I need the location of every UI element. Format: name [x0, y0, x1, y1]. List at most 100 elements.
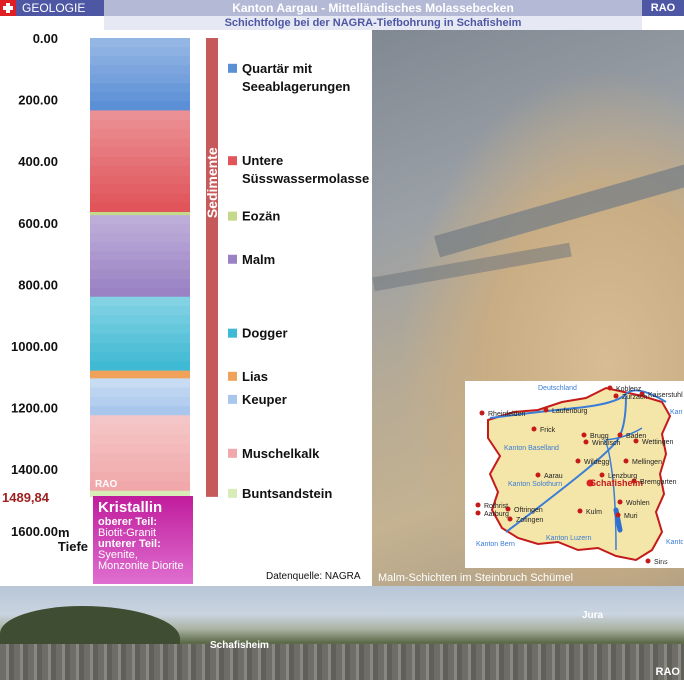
map-town-marker	[581, 432, 587, 438]
layer-label: Malm	[242, 252, 275, 267]
layer-band	[90, 462, 190, 473]
map-town-marker	[599, 472, 605, 478]
y-tick-label: 200.00	[18, 93, 58, 108]
layer-band	[90, 378, 190, 388]
map-label: Kaiserstuhl	[648, 392, 683, 399]
layer-band	[90, 443, 190, 454]
page-title: Kanton Aargau - Mittelländisches Molasse…	[232, 1, 514, 15]
layer-band	[90, 287, 190, 298]
map-town-marker	[535, 472, 541, 478]
layer-band	[90, 296, 190, 307]
map-town-marker	[543, 407, 549, 413]
layer-band	[90, 202, 190, 213]
photo-caption: Malm-Schichten im Steinbruch Schümel	[378, 572, 574, 584]
legend-marker	[228, 488, 237, 498]
layer-band	[90, 83, 190, 93]
map-label: Rheinfelden	[488, 411, 525, 418]
data-source: Datenquelle: NAGRA	[266, 571, 361, 582]
map-label: Rothrist	[484, 503, 508, 510]
map-town-marker	[575, 458, 581, 464]
map-label: Kanton Luzern	[546, 535, 592, 542]
map-town-marker	[615, 512, 621, 518]
map-label: Deutschland	[538, 385, 577, 392]
layer-label: Keuper	[242, 392, 287, 407]
legend-marker	[228, 448, 237, 458]
map-label: Kanton Solothurn	[508, 481, 562, 488]
kristallin-lower-value: Syenite, Monzonite Diorite	[98, 549, 184, 572]
legend-marker	[228, 211, 237, 221]
map-label: Kanton Zug	[666, 539, 684, 546]
panorama-photo: Jura Schafisheim RAO	[0, 586, 684, 680]
legend-marker	[228, 156, 237, 166]
map-label: Windisch	[592, 440, 621, 447]
layer-band	[90, 434, 190, 444]
map-town-marker	[617, 432, 623, 438]
layer-label: Seeablagerungen	[242, 79, 350, 94]
y-axis-unit: m	[58, 525, 70, 540]
map-label: Oftringen	[514, 507, 543, 514]
map-label: Kanton Bern	[476, 541, 515, 548]
layer-band	[90, 305, 190, 316]
layer-band	[90, 424, 190, 435]
layer-band	[90, 138, 190, 148]
map-label: Zofingen	[516, 517, 543, 524]
y-tick-label: 0.00	[33, 31, 58, 46]
kristallin-title: Kristallin	[98, 499, 163, 516]
map-town-marker	[475, 510, 481, 516]
map-town-marker	[613, 393, 619, 399]
map-canvas: Deutschland KoblenzZurzach Kaiserstuhl Rhei…	[475, 385, 684, 566]
layer-band	[90, 242, 190, 252]
layer-band	[90, 184, 190, 194]
sediment-bracket	[206, 38, 218, 497]
layer-label: Lias	[242, 369, 268, 384]
layer-band	[90, 38, 190, 48]
layer-band	[90, 342, 190, 353]
layer-band	[90, 193, 190, 204]
layer-band	[90, 92, 190, 102]
panorama-label-schafisheim: Schafisheim	[210, 640, 269, 651]
layer-label: Süsswassermolasse	[242, 171, 369, 186]
layer-band	[90, 128, 190, 139]
layer-band	[90, 147, 190, 157]
map-label: Kanton Baselland	[504, 445, 559, 452]
layer-band	[90, 370, 190, 379]
layer-band	[90, 396, 190, 407]
map-label: Wettingen	[642, 439, 673, 446]
map-label: Mellingen	[632, 459, 662, 466]
legend-marker	[228, 328, 237, 338]
y-axis-label: Tiefe	[58, 539, 88, 554]
kristallin-box: Kristallin oberer Teil: Biotit-Granit un…	[93, 496, 193, 584]
layer-band	[90, 101, 190, 111]
y-tick-label: 1400.00	[11, 462, 58, 477]
layer-band	[90, 251, 190, 261]
layer-band	[90, 361, 190, 371]
map-town-marker	[607, 385, 613, 391]
map-label: Wildegg	[584, 459, 609, 466]
legend-marker	[228, 63, 237, 73]
map-label: Laufenburg	[552, 408, 588, 415]
final-depth-label: 1489,84	[2, 490, 50, 505]
section-label[interactable]: GEOLOGIE	[16, 0, 104, 16]
map-town-marker	[475, 502, 481, 508]
map-label: Zurzach	[622, 394, 647, 401]
layer-band	[90, 333, 190, 344]
swiss-flag-icon	[0, 0, 16, 16]
map-label: Brugg	[590, 433, 609, 440]
rao-badge[interactable]: RAO	[642, 0, 684, 16]
map-town-marker	[479, 410, 485, 416]
map-town-marker	[617, 499, 623, 505]
town-shape	[0, 644, 684, 680]
layer-band	[90, 74, 190, 84]
header-bar: GEOLOGIE Kanton Aargau - Mittelländische…	[0, 0, 684, 16]
layer-band	[90, 324, 190, 334]
panorama-rao-tag: RAO	[655, 666, 680, 678]
map-town-marker	[583, 439, 589, 445]
layer-band	[90, 119, 190, 130]
map-town-marker	[531, 426, 537, 432]
panorama-label-jura: Jura	[582, 610, 604, 621]
map-label: Bremgarten	[640, 479, 677, 486]
layer-label: Dogger	[242, 326, 288, 341]
y-tick-label: 1000.00	[11, 339, 58, 354]
layer-label: Quartär mit	[242, 61, 313, 76]
y-tick-label: 1200.00	[11, 401, 58, 416]
